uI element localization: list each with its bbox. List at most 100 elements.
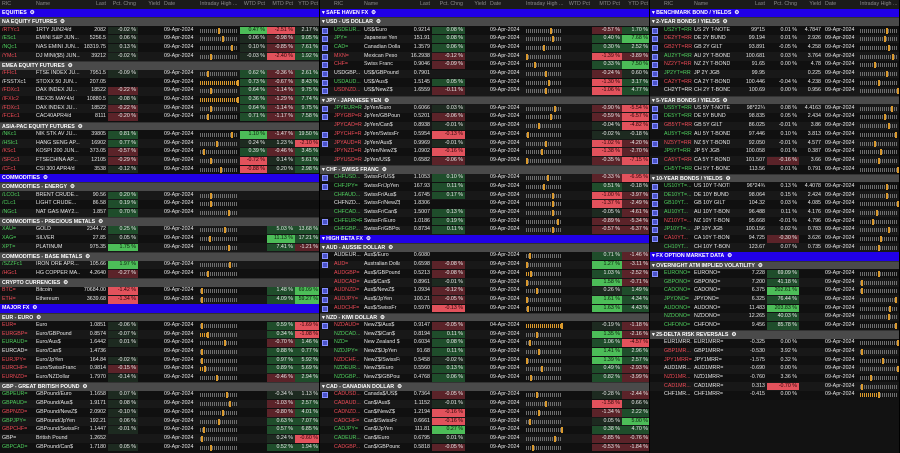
chart-icon-cell[interactable] (320, 374, 332, 382)
chart-icon[interactable] (652, 201, 658, 208)
table-row[interactable]: EURCHF= Euro/SwissFranc 0.9814 -0.15 % 09-Ap… (0, 364, 319, 374)
ric-code[interactable]: /SFCc1 (0, 157, 34, 165)
chart-icon-cell[interactable] (320, 305, 332, 313)
chart-icon-cell[interactable] (650, 322, 662, 330)
chart-icon[interactable] (652, 192, 658, 199)
table-row[interactable]: JPYEUR=R JpYen/Euro 0.6066 0.03 % 09-Apr-202… (320, 104, 649, 113)
ric-code[interactable]: GBPAUD= (0, 400, 34, 408)
chart-icon-cell[interactable] (650, 383, 662, 391)
section-header-cad-canadian-dollar[interactable]: ▾ CAD - CANADIAN DOLLAR ⚙ (320, 382, 649, 391)
table-row[interactable]: GBPONO= GBPONO= 7.200 41.18 % 09-Apr-2024 (650, 278, 899, 287)
table-row[interactable]: CAD= Canadian Dollar 1.3579 0.06 % 09-Apr-20… (320, 43, 649, 53)
ric-code[interactable]: NZD= (332, 339, 362, 347)
ric-code[interactable]: EURONO= (662, 270, 692, 278)
table-row[interactable]: CA10YT... CA 10Y T-BOND 94.725 -0.30 % 3.626… (650, 234, 899, 244)
chart-icon[interactable] (322, 105, 328, 112)
section-header-gbp-great-british-pound[interactable]: GBP - GREAT BRITISH POUND ⚙ (0, 382, 319, 391)
chart-icon[interactable] (652, 183, 658, 190)
table-row[interactable]: CADJPY= Can$/JpYen 111.81 0.27 % 09-Apr-2024… (320, 425, 649, 435)
ric-code[interactable]: GBP= (0, 435, 34, 443)
ric-code[interactable]: USDGBP... (332, 70, 362, 78)
table-row[interactable]: AUDCAD= Aus$/Can$ 0.8961 -0.01 % 09-Apr-2024… (320, 278, 649, 287)
table-row[interactable]: GB10YT... GB 10Y GILT 104.32 0.03 % 4.085 09-… (650, 199, 899, 209)
ric-code[interactable]: CADAUD... (332, 400, 362, 408)
chart-icon-cell[interactable] (320, 261, 332, 269)
column-header-date[interactable]: Date (823, 1, 858, 9)
chart-icon-cell[interactable] (320, 348, 332, 356)
ric-code[interactable]: NZDGBP... (332, 374, 362, 382)
ric-code[interactable]: EURJPY= (0, 357, 34, 365)
column-header-wtd-pct[interactable]: WTD Pct (564, 1, 592, 9)
ric-code[interactable]: GBPCHF= (0, 426, 34, 434)
table-row[interactable]: /FCEc1 CAC40APR4/d 8111 -0.20 % 09-Apr-2024 0… (0, 112, 319, 122)
ric-code[interactable]: CH10YT... (662, 244, 692, 252)
ric-code[interactable]: AUDNZD= (332, 287, 362, 295)
table-row[interactable]: GBPEUR= GBPound/Euro 1.1658 0.07 % 09-Apr-20… (0, 390, 319, 400)
table-row[interactable]: /RTYc1 1RTY JUN24/d 2082 -0.02 % 09-Apr-2024… (0, 26, 319, 35)
column-header-name[interactable]: Name (362, 1, 400, 9)
section-header-nzd-kiwi-dollar[interactable]: ▾ NZD - KIWI DOLLAR ⚙ (320, 312, 649, 322)
column-header-date[interactable]: Date (162, 1, 198, 9)
section-header-high-beta-fx[interactable]: ▾ HIGH BETA FX ⚙ (320, 234, 649, 244)
ric-code[interactable]: CHFUSD... (332, 174, 362, 182)
chart-icon-cell[interactable] (320, 444, 332, 452)
chart-icon[interactable] (322, 114, 328, 121)
chart-icon-cell[interactable] (320, 296, 332, 304)
ric-code[interactable]: AU2YT=RR (662, 53, 692, 61)
ric-code[interactable]: NZ2YT=RR (662, 61, 692, 69)
ric-code[interactable]: GBPNZD= (0, 409, 34, 417)
ric-code[interactable]: CHFAUD... (332, 192, 362, 200)
table-row[interactable]: US2YT=RR US 2Y T-NOTE 99*15 0.01 % 4.7847 09-… (650, 26, 899, 35)
table-row[interactable]: NZDJPY= NewZ$/JpYen 91.68 0.11 % 09-Apr-2024… (320, 347, 649, 357)
chart-icon-cell[interactable] (650, 192, 662, 200)
table-row[interactable]: CHFAUD... SwissFr/Aus$ 1.6745 0.17 % 09-Apr-… (320, 191, 649, 200)
table-row[interactable]: AUDNZD= Aus$/NewZ$ 1.0934 -0.12 % 09-Apr-202… (320, 286, 649, 296)
table-row[interactable]: ETH= Ethereum 3639.68 -1.34 % 09-Apr-2024 4.0… (0, 295, 319, 305)
ric-code[interactable]: NZ10YT=... (662, 218, 692, 226)
chart-icon[interactable] (322, 253, 328, 260)
chart-icon-cell[interactable] (650, 148, 662, 156)
table-row[interactable]: CHFNZD... SwissFr/NewZ$ 1.8306 09-Apr-2024-… (320, 199, 649, 209)
table-row[interactable]: AUD= Australian Dollar 0.6598 -0.08 % 09-Apr… (320, 260, 649, 270)
table-row[interactable]: GBPNZD= GBPound/NewZ$ 2.0902 -0.10 % 09-Apr-… (0, 408, 319, 417)
section-header-commodities[interactable]: COMMODITIES ⚙ (0, 173, 319, 183)
ric-code[interactable]: JPY= (332, 35, 362, 43)
ric-code[interactable]: USDEUR... (332, 27, 362, 35)
ric-code[interactable]: EURNZD= (0, 374, 34, 382)
table-row[interactable]: CADAUD... Can$/Aus$ 1.1152 -0.01 % 09-Apr-20… (320, 399, 649, 409)
table-row[interactable]: CH5YT=RR CH 5Y T-BOND 113.56 0.01 % 0.791 09-… (650, 165, 899, 174)
table-row[interactable]: AUDCHF= Aus$/SwissFr 0.5970 -0.13 % 09-Apr-2… (320, 304, 649, 313)
chart-icon-cell[interactable] (650, 70, 662, 78)
table-row[interactable]: DE2YT=RR DE 2Y BUND 99.194 0.01 % 2.926 09-Ap… (650, 34, 899, 44)
ric-code[interactable]: NZDCHF... (332, 357, 362, 365)
chart-icon[interactable] (322, 340, 328, 347)
table-row[interactable]: /CFc1 CSI 300 APR4/d 3538 -0.12 % 09-Apr-202… (0, 165, 319, 174)
chart-icon-cell[interactable] (650, 166, 662, 174)
ric-code[interactable]: EURCHF= (0, 365, 34, 373)
table-row[interactable]: CHF1MR... CHF1MRR= -0.415 0.00 % 09-Apr-2024 (650, 390, 899, 400)
chart-icon[interactable] (322, 131, 328, 138)
chart-icon[interactable] (322, 218, 328, 225)
chart-icon[interactable] (652, 62, 658, 69)
table-row[interactable]: CHF= Swiss Franc 0.9046 -0.09 % 09-Apr-2024 0… (320, 60, 649, 70)
table-row[interactable]: /ESc1 EMINI S&P JUN... 5256.5 0.06 % 09-Apr-… (0, 34, 319, 44)
ric-code[interactable]: BTC= (0, 287, 34, 295)
chart-icon-cell[interactable] (320, 53, 332, 61)
table-row[interactable]: CH2YT=RR CH 2Y T-BOND 100.69 0.00 % 0.956 09-… (650, 86, 899, 96)
table-row[interactable]: DE10YT=... DE 10Y BUND 98.064 0.15 % 2.424 09… (650, 191, 899, 200)
chart-icon[interactable] (652, 105, 658, 112)
chart-icon[interactable] (322, 183, 328, 190)
table-row[interactable]: CHFJPY= SwissFr/JpYen 167.93 0.11 % 09-Apr-2… (320, 182, 649, 192)
chart-icon[interactable] (322, 27, 328, 34)
ric-code[interactable]: EURAUD= (0, 339, 34, 347)
ric-code[interactable]: JPYONO= (662, 296, 692, 304)
ric-code[interactable]: /IFXIc2 (0, 96, 34, 104)
gear-icon[interactable]: ⚙ (371, 9, 376, 18)
section-header-10-year-bonds-yields[interactable]: ▾ 10-YEAR BONDS / YIELDS ⚙ (650, 173, 899, 183)
chart-icon[interactable] (652, 123, 658, 130)
chart-icon-cell[interactable] (650, 105, 662, 113)
chart-icon-cell[interactable] (650, 113, 662, 121)
table-row[interactable]: JPYCAD=R JpYen/Can$ 0.8938 -0.01 % 09-Apr-20… (320, 121, 649, 131)
section-header-equities[interactable]: EQUITIES ⚙ (0, 8, 319, 18)
section-header-safe-haven-fx[interactable]: ▾ SAFE HAVEN FX ⚙ (320, 8, 649, 18)
